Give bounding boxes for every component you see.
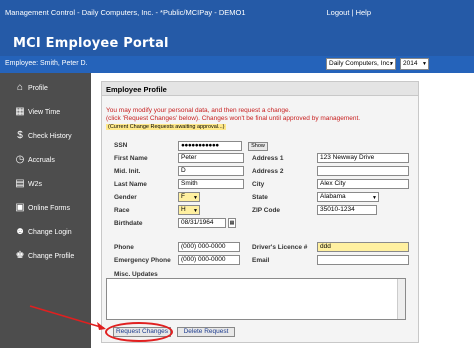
annotation-arrow-icon	[29, 305, 106, 330]
